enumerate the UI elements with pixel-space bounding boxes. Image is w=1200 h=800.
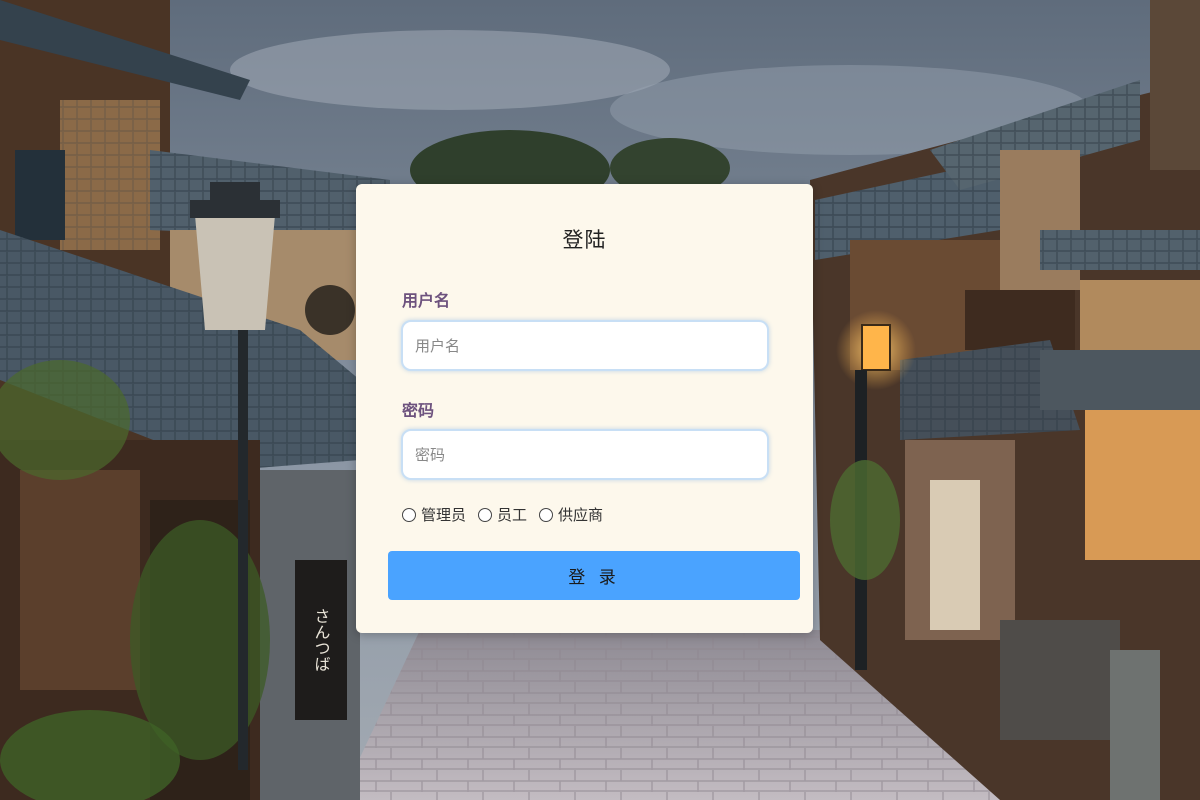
role-option-employee[interactable]: 员工: [478, 504, 527, 525]
password-input[interactable]: [401, 429, 769, 480]
radio-circle-icon[interactable]: [539, 507, 554, 522]
login-button[interactable]: 登 录: [388, 551, 800, 600]
radio-circle-icon[interactable]: [478, 507, 493, 522]
shop-sign-text: さんつば: [312, 608, 331, 672]
radio-circle-icon[interactable]: [402, 507, 416, 522]
username-input[interactable]: [401, 320, 769, 371]
login-card: 登陆 用户名 密码 管理员 员工 供应商 登 录: [356, 184, 813, 633]
role-option-admin[interactable]: 管理员: [402, 504, 466, 525]
role-option-supplier[interactable]: 供应商: [539, 504, 603, 525]
username-label: 用户名: [402, 291, 451, 310]
role-label-employee: 员工: [497, 506, 528, 524]
role-selector: 管理员 员工 供应商: [402, 504, 615, 525]
role-label-admin: 管理员: [421, 506, 467, 524]
role-label-supplier: 供应商: [558, 506, 604, 524]
password-label: 密码: [402, 401, 435, 420]
login-title: 登陆: [562, 228, 607, 252]
